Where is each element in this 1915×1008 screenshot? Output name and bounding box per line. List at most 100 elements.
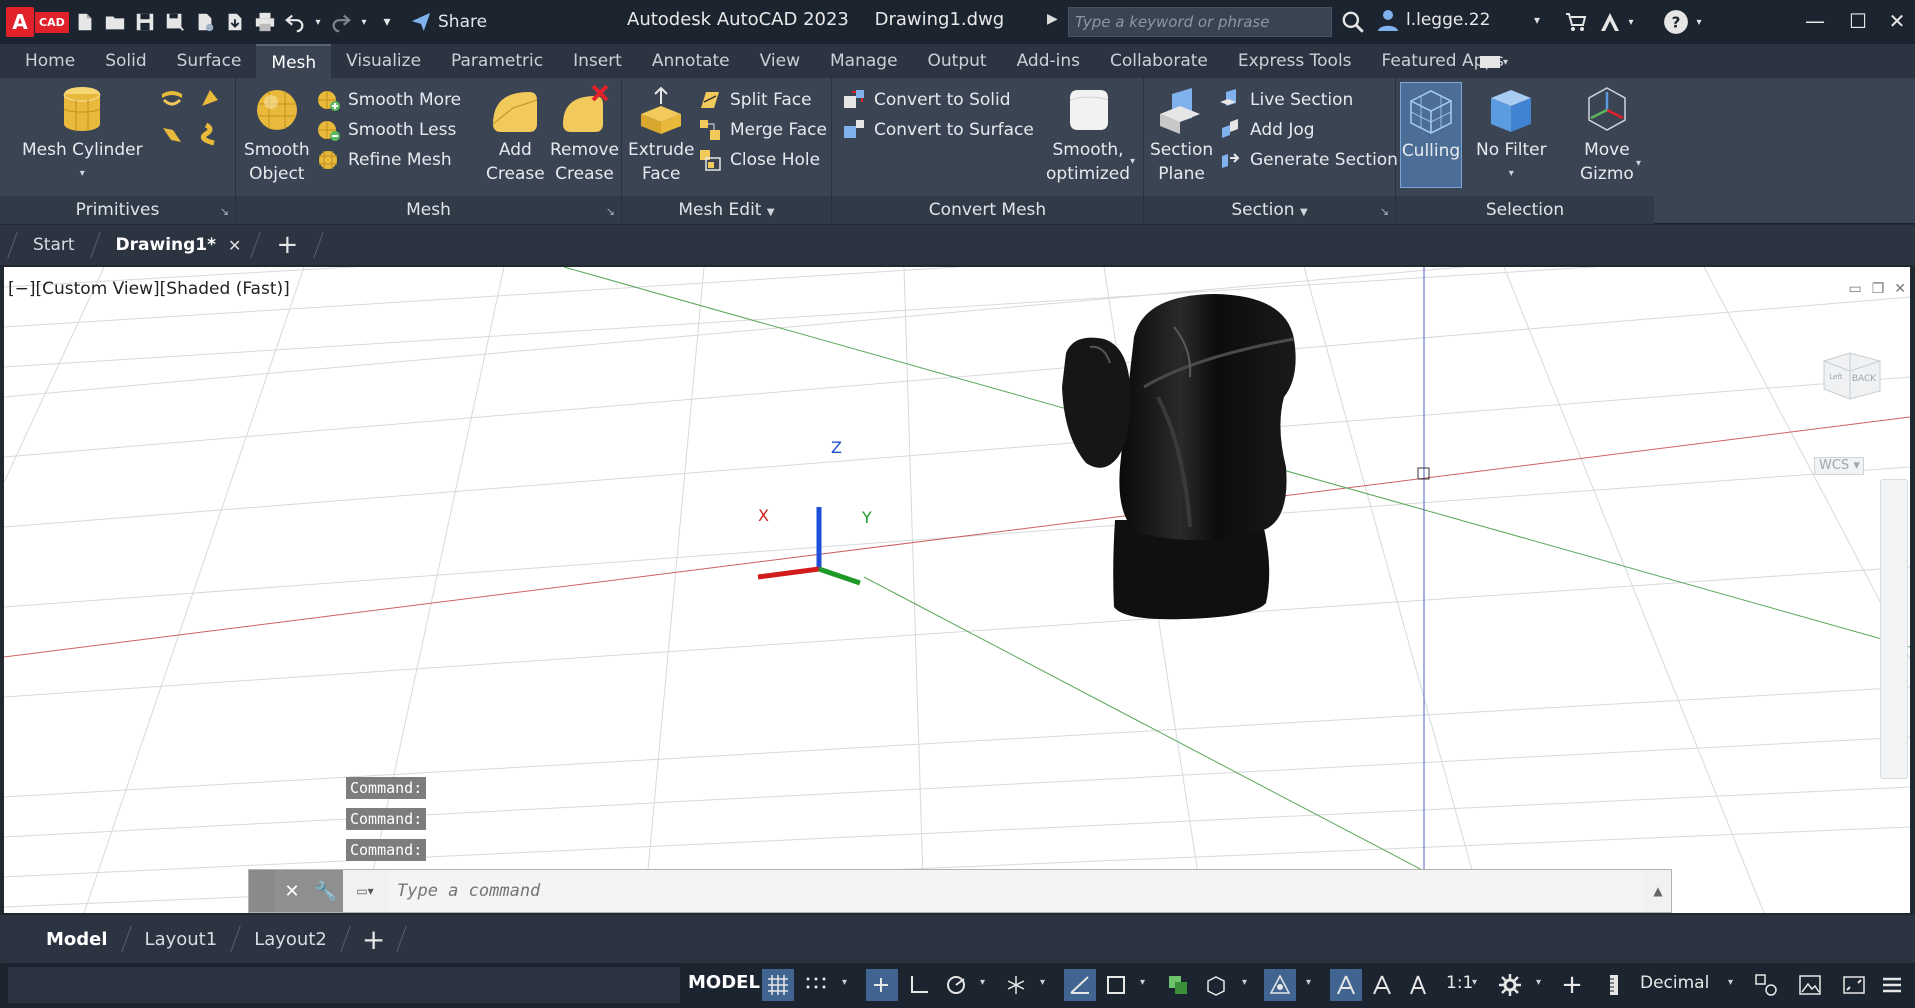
- open-folder-icon[interactable]: [100, 7, 130, 37]
- viewport-minimize-icon[interactable]: ▭: [1848, 281, 1861, 297]
- transparency-icon[interactable]: [1162, 969, 1194, 1001]
- tab-drawing1[interactable]: Drawing1*: [96, 235, 217, 255]
- customize-quick-access-icon[interactable]: ▾: [372, 7, 402, 37]
- search-icon[interactable]: [1340, 9, 1366, 35]
- culling-button[interactable]: Culling: [1400, 82, 1462, 188]
- search-expand-icon[interactable]: ▶: [1047, 11, 1058, 27]
- ortho-mode-icon[interactable]: [902, 969, 934, 1001]
- osnap-dropdown-icon[interactable]: ▾: [1140, 977, 1145, 988]
- command-line-grip[interactable]: [249, 870, 275, 912]
- mesh-cylinder-button[interactable]: Mesh Cylinder ▾: [22, 84, 143, 186]
- redo-dropdown-icon[interactable]: ▾: [356, 7, 372, 37]
- command-input[interactable]: [387, 870, 1645, 912]
- panel-title-mesh-edit[interactable]: Mesh Edit ▼: [622, 196, 831, 224]
- section-plane-button[interactable]: Section Plane: [1150, 84, 1213, 186]
- mesh-settings-icon[interactable]: ↘: [606, 205, 615, 218]
- redo-icon[interactable]: [326, 7, 356, 37]
- tab-surface[interactable]: Surface: [162, 44, 257, 78]
- model-space-toggle[interactable]: MODEL: [688, 972, 760, 993]
- command-customize-icon[interactable]: 🔧: [309, 870, 343, 912]
- tab-collaborate[interactable]: Collaborate: [1095, 44, 1223, 78]
- move-gizmo-button[interactable]: Move Gizmo: [1580, 84, 1634, 186]
- help-dropdown-icon[interactable]: ▾: [1692, 8, 1706, 36]
- snap-dropdown-icon[interactable]: ▾: [842, 977, 847, 988]
- auto-scale-icon[interactable]: [1402, 969, 1434, 1001]
- wcs-menu[interactable]: WCS ▾: [1814, 457, 1864, 475]
- workspace-gear-icon[interactable]: [1494, 969, 1526, 1001]
- infer-constraints-icon[interactable]: [866, 969, 898, 1001]
- new-file-icon[interactable]: [70, 7, 100, 37]
- units-selector[interactable]: Decimal: [1640, 973, 1709, 993]
- 3d-osnap-dropdown-icon[interactable]: ▾: [1242, 977, 1247, 988]
- search-input[interactable]: Type a keyword or phrase: [1068, 7, 1332, 37]
- mesh-ruled-button[interactable]: [198, 122, 222, 146]
- save-web-icon[interactable]: [220, 7, 250, 37]
- add-crease-button[interactable]: Add Crease: [486, 84, 545, 186]
- tab-visualize[interactable]: Visualize: [331, 44, 436, 78]
- smooth-less-button[interactable]: Smooth Less: [316, 118, 456, 142]
- convert-to-solid-button[interactable]: Convert to Solid: [842, 88, 1011, 112]
- tab-output[interactable]: Output: [913, 44, 1002, 78]
- panel-title-section[interactable]: Section ▼: [1144, 196, 1395, 224]
- annotation-visibility-icon[interactable]: [1366, 969, 1398, 1001]
- smooth-optimized-button[interactable]: Smooth, optimized: [1046, 84, 1130, 186]
- annotation-scale[interactable]: 1:1: [1446, 973, 1473, 993]
- polar-dropdown-icon[interactable]: ▾: [980, 977, 985, 988]
- open-web-icon[interactable]: [190, 7, 220, 37]
- user-account-button[interactable]: l.legge.22: [1376, 8, 1490, 32]
- units-dropdown-icon[interactable]: ▾: [1728, 977, 1733, 988]
- 3d-object-snap-icon[interactable]: [1200, 969, 1232, 1001]
- new-drawing-tab-icon[interactable]: +: [276, 230, 298, 260]
- extrude-face-button[interactable]: Extrude Face: [628, 84, 694, 186]
- tab-express-tools[interactable]: Express Tools: [1223, 44, 1367, 78]
- tab-parametric[interactable]: Parametric: [436, 44, 558, 78]
- 3d-scene[interactable]: Z X Y: [4, 267, 1910, 913]
- user-dropdown-icon[interactable]: ▾: [1534, 13, 1540, 27]
- merge-face-button[interactable]: Merge Face: [698, 118, 827, 142]
- navigation-bar[interactable]: [1880, 479, 1908, 779]
- recent-commands-icon[interactable]: ▭▾: [343, 870, 387, 912]
- minimize-icon[interactable]: —: [1797, 4, 1833, 38]
- isometric-dropdown-icon[interactable]: ▾: [1040, 977, 1045, 988]
- new-layout-icon[interactable]: +: [362, 923, 385, 956]
- tab-start[interactable]: Start: [13, 235, 95, 255]
- tab-annotate[interactable]: Annotate: [637, 44, 745, 78]
- remove-crease-button[interactable]: Remove Crease: [550, 84, 619, 186]
- tab-solid[interactable]: Solid: [90, 44, 161, 78]
- smooth-optimized-dropdown-icon[interactable]: ▾: [1130, 156, 1135, 167]
- viewport-controls-label[interactable]: [−][Custom View][Shaded (Fast)]: [8, 279, 290, 299]
- object-snap-icon[interactable]: [1100, 969, 1132, 1001]
- close-hole-button[interactable]: Close Hole: [698, 148, 820, 172]
- viewport-close-icon[interactable]: ✕: [1894, 281, 1906, 297]
- undo-dropdown-icon[interactable]: ▾: [310, 7, 326, 37]
- tab-model[interactable]: Model: [28, 929, 126, 950]
- connect-dropdown-icon[interactable]: ▾: [1624, 8, 1638, 36]
- snap-mode-icon[interactable]: [800, 969, 832, 1001]
- help-icon[interactable]: ?: [1662, 8, 1690, 36]
- tab-mesh[interactable]: Mesh: [256, 44, 332, 78]
- smooth-more-button[interactable]: Smooth More: [316, 88, 461, 112]
- maximize-icon[interactable]: ☐: [1840, 4, 1876, 38]
- autodesk-connect-icon[interactable]: [1596, 8, 1624, 36]
- mesh-tabulated-button[interactable]: [160, 122, 184, 146]
- no-filter-button[interactable]: No Filter ▾: [1476, 84, 1547, 186]
- close-tab-icon[interactable]: ✕: [228, 236, 241, 255]
- command-close-icon[interactable]: ✕: [275, 870, 309, 912]
- scale-dropdown-icon[interactable]: ▾: [1472, 977, 1477, 988]
- live-section-button[interactable]: Live Section: [1218, 88, 1353, 112]
- convert-to-surface-button[interactable]: Convert to Surface: [842, 118, 1034, 142]
- tab-view[interactable]: View: [745, 44, 815, 78]
- undo-icon[interactable]: [280, 7, 310, 37]
- save-icon[interactable]: [130, 7, 160, 37]
- viewport-restore-icon[interactable]: ❐: [1872, 281, 1885, 297]
- dynamic-ucs-icon[interactable]: [1264, 969, 1296, 1001]
- refine-mesh-button[interactable]: Refine Mesh: [316, 148, 452, 172]
- drawing-viewport[interactable]: Z X Y [−][Custom View][Shaded (Fast)] ▭ …: [4, 267, 1910, 913]
- share-button[interactable]: Share: [410, 11, 487, 33]
- close-window-icon[interactable]: ✕: [1879, 4, 1915, 38]
- tab-manage[interactable]: Manage: [815, 44, 913, 78]
- primitives-settings-icon[interactable]: ↘: [220, 205, 229, 218]
- mesh-box-button[interactable]: [160, 86, 184, 110]
- split-face-button[interactable]: Split Face: [698, 88, 812, 112]
- cart-icon[interactable]: [1562, 8, 1590, 36]
